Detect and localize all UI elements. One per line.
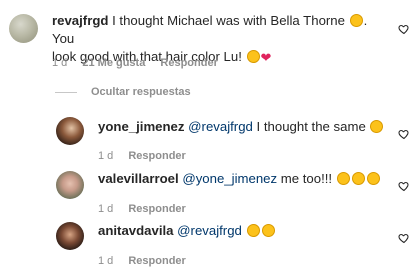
grinning-face-emoji-icon [370,120,384,133]
hide-replies-button[interactable]: Ocultar respuestas [55,86,191,98]
mention-link[interactable]: @yone_jimenez [182,171,277,186]
reply-meta: 1 d Responder [98,150,198,162]
heart-outline-icon[interactable] [398,23,410,35]
avatar[interactable] [9,14,38,43]
reply-button[interactable]: Responder [128,150,185,162]
reply-username[interactable]: yone_jimenez [98,119,185,134]
divider [55,91,77,93]
reply-time: 1 d [98,150,114,162]
heart-outline-icon[interactable] [398,180,410,192]
comment-time: 1 d [52,57,68,69]
reply-username[interactable]: valevillarroel [98,171,179,186]
avatar[interactable] [56,171,84,199]
reply-button[interactable]: Responder [128,203,185,215]
heart-eyes-emoji-icon [246,50,260,63]
comment-text-part: I thought Michael was with Bella Thorne [108,13,349,28]
reply-text-part: me too!!! [277,171,336,186]
heart-outline-icon[interactable] [398,128,410,140]
reply-text: anitavdavila @revajfrgd [98,222,276,240]
grinning-face-emoji-icon [246,224,260,237]
reply-text: yone_jimenez @revajfrgd I thought the sa… [98,118,384,136]
reply-time: 1 d [98,203,114,215]
hide-replies-label: Ocultar respuestas [91,86,191,98]
reply-text-part: I thought the same [252,119,370,134]
reply-username[interactable]: anitavdavila [98,223,174,238]
mention-link[interactable]: @revajfrgd [177,223,242,238]
likes-count[interactable]: 21 Me gusta [82,57,145,69]
grinning-face-emoji-icon [261,224,275,237]
grinning-face-emoji-icon [351,172,365,185]
reply-button[interactable]: Responder [160,57,217,69]
heart-outline-icon[interactable] [398,232,410,244]
red-heart-emoji-icon: ❤ [260,50,272,65]
reply-text-part [242,223,246,238]
mention-link[interactable]: @revajfrgd [188,119,253,134]
reply-text: valevillarroel @yone_jimenez me too!!! [98,170,381,188]
reply-meta: 1 d Responder [98,255,198,267]
grinning-face-emoji-icon [366,172,380,185]
grinning-face-emoji-icon [349,14,363,27]
avatar[interactable] [56,117,84,145]
reply-meta: 1 d Responder [98,203,198,215]
main-comment-meta: 1 d 21 Me gusta Responder [52,57,230,69]
grinning-face-emoji-icon [336,172,350,185]
reply-time: 1 d [98,255,114,267]
reply-button[interactable]: Responder [128,255,185,267]
avatar[interactable] [56,222,84,250]
comment-username[interactable]: revajfrgd [52,13,108,28]
